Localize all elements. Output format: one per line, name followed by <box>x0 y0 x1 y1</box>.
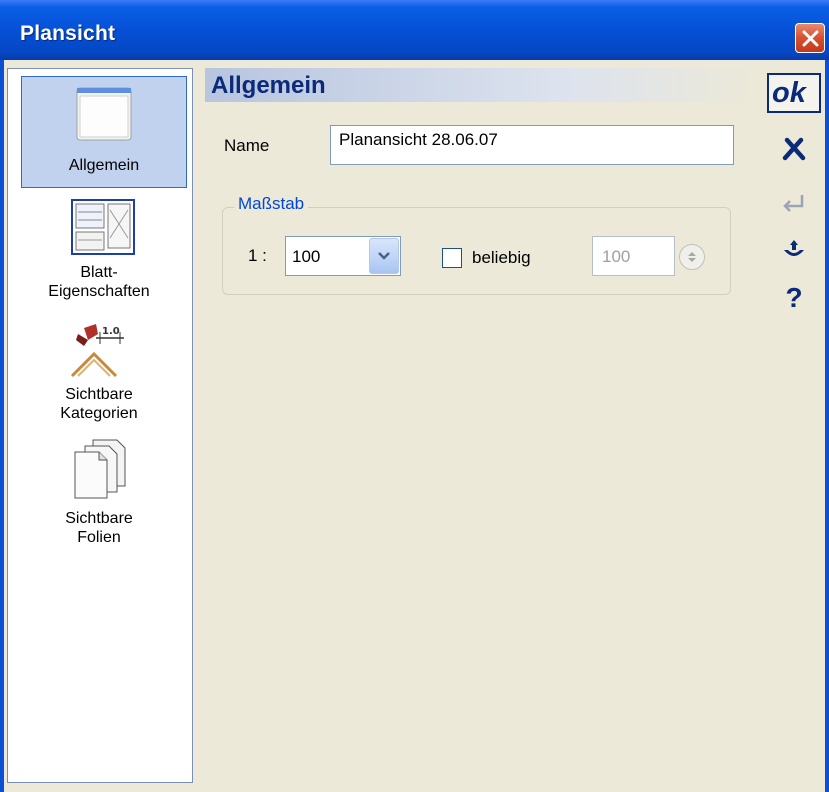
scale-select[interactable]: 100 <box>285 236 401 276</box>
dialog-window: Plansicht Allgemein Blatt- Eigenschaften… <box>0 0 829 792</box>
sidebar-item-sichtbare-folien[interactable]: Sichtbare Folien <box>14 436 184 556</box>
sidebar-item-label: Eigenschaften <box>48 283 150 300</box>
window-frame-right <box>825 60 829 792</box>
chevron-down-icon <box>378 252 390 260</box>
help-icon: ? <box>785 282 803 313</box>
section-header: Allgemein <box>205 68 758 102</box>
window-icon <box>76 87 132 141</box>
custom-scale-input[interactable]: 100 <box>592 236 675 276</box>
cancel-x-icon <box>782 137 806 161</box>
ok-label: ok <box>772 77 806 109</box>
action-toolbar <box>758 68 823 783</box>
sidebar-item-label: Sichtbare <box>65 510 133 527</box>
svg-text:1.0: 1.0 <box>102 326 120 337</box>
sidebar-item-label: Blatt- <box>80 264 118 281</box>
spinner-arrows-icon <box>688 252 696 262</box>
window-title: Plansicht <box>20 22 116 45</box>
sidebar-item-label: Folien <box>77 529 121 546</box>
scale-select-value: 100 <box>292 247 321 266</box>
custom-scale-value: 100 <box>602 247 631 266</box>
apply-button[interactable] <box>770 184 818 222</box>
name-input[interactable]: Planansicht 28.06.07 <box>330 125 734 165</box>
sidebar-item-allgemein[interactable]: Allgemein <box>21 76 187 188</box>
scale-group-title: Maßstab <box>234 194 309 214</box>
name-label: Name <box>224 136 270 155</box>
section-title: Allgemein <box>211 72 326 99</box>
custom-scale-checkbox[interactable] <box>442 248 462 268</box>
name-input-value: Planansicht 28.06.07 <box>339 130 498 149</box>
sidebar-item-label: Allgemein <box>68 157 140 174</box>
cancel-button[interactable] <box>770 130 818 168</box>
help-button[interactable]: ? <box>770 278 818 316</box>
window-frame-left <box>0 60 4 792</box>
close-button[interactable] <box>795 23 825 53</box>
layers-icon <box>74 439 126 499</box>
enter-return-icon <box>783 195 804 212</box>
ok-button[interactable]: ok <box>767 73 821 113</box>
custom-scale-label: beliebig <box>472 248 531 267</box>
sidebar-item-label: Sichtbare <box>65 386 133 403</box>
custom-scale-spinner[interactable] <box>679 244 705 270</box>
scale-dropdown-button[interactable] <box>369 238 399 274</box>
sidebar-item-blatt-eigenschaften[interactable]: Blatt- Eigenschaften <box>14 198 184 314</box>
categories-icon: 1.0 <box>70 324 124 378</box>
close-icon <box>802 30 819 47</box>
favorite-anchor-icon <box>784 240 804 256</box>
scale-prefix-label: 1 : <box>248 246 267 265</box>
title-bar[interactable]: Plansicht <box>0 0 829 60</box>
sidebar-item-label: Kategorien <box>60 405 138 422</box>
sidebar-item-sichtbare-kategorien[interactable]: 1.0 Sichtbare Kategorien <box>14 320 184 436</box>
sheet-properties-icon <box>71 199 135 255</box>
favorite-button[interactable] <box>770 232 818 270</box>
